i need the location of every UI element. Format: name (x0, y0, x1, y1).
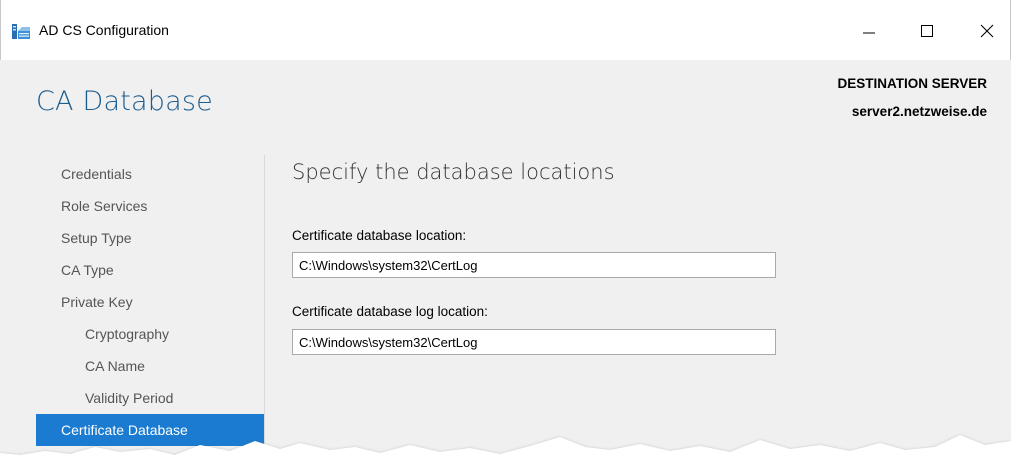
close-icon (980, 24, 994, 38)
close-button[interactable] (971, 16, 1003, 46)
nav-item-cryptography[interactable]: Cryptography (36, 318, 264, 350)
maximize-icon (921, 25, 933, 37)
nav-item-private-key[interactable]: Private Key (36, 286, 264, 318)
destination-server-name: server2.netzweise.de (851, 104, 987, 119)
page-title: CA Database (36, 86, 213, 117)
ad-cs-configuration-window: AD CS Configuration CA Database DESTINAT… (0, 0, 1011, 468)
db-location-label: Certificate database location: (292, 228, 467, 243)
torn-edge (0, 435, 1011, 468)
sidebar-divider (264, 155, 265, 455)
log-location-input[interactable] (292, 329, 776, 355)
wizard-navigation: Credentials Role Services Setup Type CA … (36, 158, 264, 446)
nav-item-ca-name[interactable]: CA Name (36, 350, 264, 382)
minimize-icon (863, 32, 875, 34)
nav-item-role-services[interactable]: Role Services (36, 190, 264, 222)
log-location-label: Certificate database log location: (292, 304, 488, 319)
window-title: AD CS Configuration (39, 22, 169, 38)
db-location-input[interactable] (292, 252, 776, 278)
maximize-button[interactable] (911, 16, 943, 46)
minimize-button[interactable] (853, 16, 885, 46)
nav-item-ca-type[interactable]: CA Type (36, 254, 264, 286)
nav-item-validity-period[interactable]: Validity Period (36, 382, 264, 414)
nav-item-credentials[interactable]: Credentials (36, 158, 264, 190)
nav-item-setup-type[interactable]: Setup Type (36, 222, 264, 254)
section-heading: Specify the database locations (292, 160, 615, 184)
title-bar: AD CS Configuration (0, 0, 1011, 60)
destination-server-label: DESTINATION SERVER (837, 76, 987, 91)
server-manager-icon (11, 21, 31, 41)
